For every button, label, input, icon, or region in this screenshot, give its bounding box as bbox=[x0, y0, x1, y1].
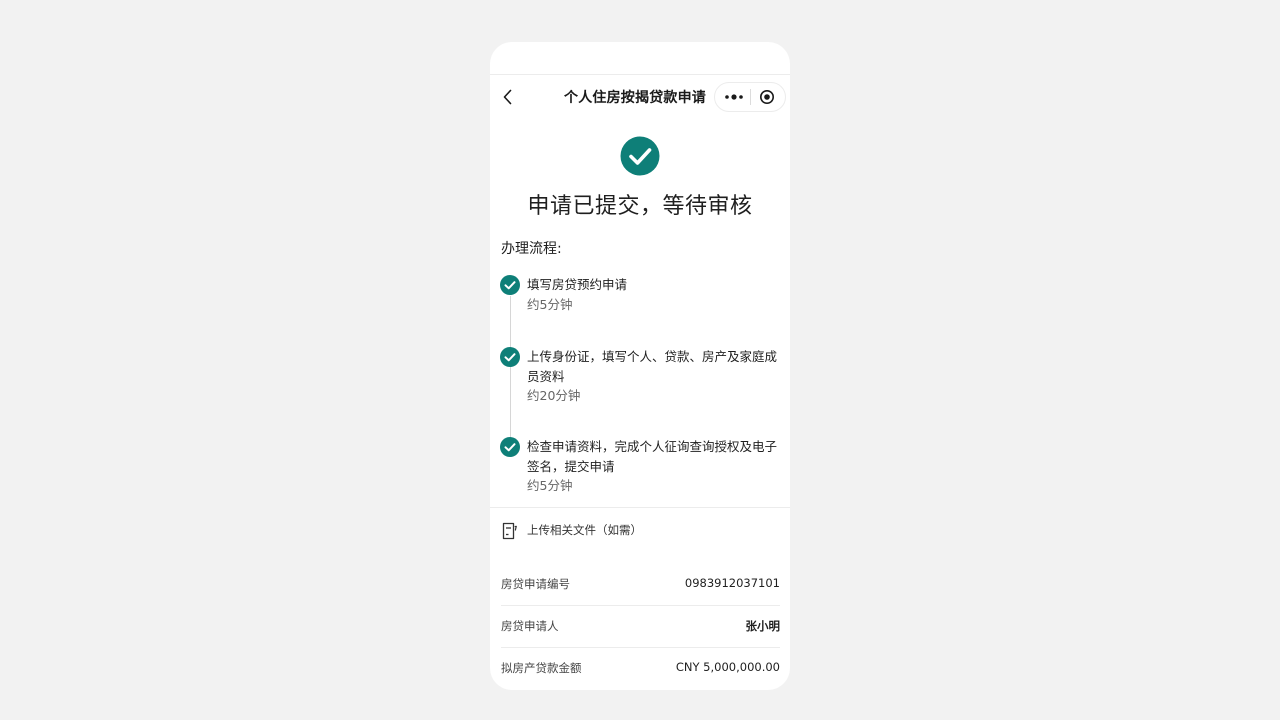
info-value: 张小明 bbox=[745, 619, 781, 633]
step-1-time: 约5分钟 bbox=[527, 297, 573, 312]
info-value: CNY 5,000,000.00 bbox=[675, 660, 780, 674]
step-2-text: 上传身份证，填写个人、贷款、房产及家庭成员资料 bbox=[527, 349, 778, 384]
section-divider bbox=[490, 507, 790, 508]
info-label: 房贷申请人 bbox=[501, 619, 559, 633]
info-label: 房贷申请编号 bbox=[501, 577, 570, 591]
step-2-time: 约20分钟 bbox=[527, 388, 581, 403]
step-check-icon bbox=[500, 275, 520, 295]
status-bar bbox=[490, 42, 790, 75]
upload-files-label: 上传相关文件（如需） bbox=[527, 523, 642, 537]
target-circle-icon[interactable] bbox=[759, 89, 775, 105]
document-upload-icon bbox=[502, 522, 517, 540]
mini-program-capsule bbox=[714, 82, 786, 112]
info-row-application-number: 房贷申请编号 0983912037101 bbox=[501, 574, 780, 594]
process-label: 办理流程: bbox=[501, 241, 562, 257]
nav-bar: 个人住房按揭贷款申请 bbox=[490, 75, 790, 117]
info-row-loan-amount: 拟房产贷款金额 CNY 5,000,000.00 bbox=[501, 658, 780, 678]
phone-frame: 个人住房按揭贷款申请 申请已提交，等待审核 办理流程: 填写房贷预约申请 约5分… bbox=[490, 42, 790, 690]
more-dots-icon[interactable] bbox=[723, 88, 745, 106]
check-circle-icon bbox=[620, 136, 660, 176]
info-divider bbox=[501, 647, 780, 648]
timeline-line bbox=[510, 296, 511, 446]
info-divider bbox=[501, 605, 780, 606]
info-value: 0983912037101 bbox=[684, 576, 780, 590]
info-row-applicant: 房贷申请人 张小明 bbox=[501, 616, 780, 636]
page-title: 个人住房按揭贷款申请 bbox=[564, 90, 706, 106]
result-title: 申请已提交，等待审核 bbox=[527, 194, 753, 219]
step-1-text: 填写房贷预约申请 bbox=[527, 277, 628, 292]
info-label: 拟房产贷款金额 bbox=[501, 661, 582, 675]
step-check-icon bbox=[500, 347, 520, 367]
step-check-icon bbox=[500, 437, 520, 457]
step-3-time: 约5分钟 bbox=[527, 478, 573, 493]
chevron-left-icon[interactable] bbox=[498, 87, 518, 107]
capsule-divider bbox=[750, 89, 751, 105]
step-3-text: 检查申请资料，完成个人征询查询授权及电子签名，提交申请 bbox=[527, 439, 778, 474]
